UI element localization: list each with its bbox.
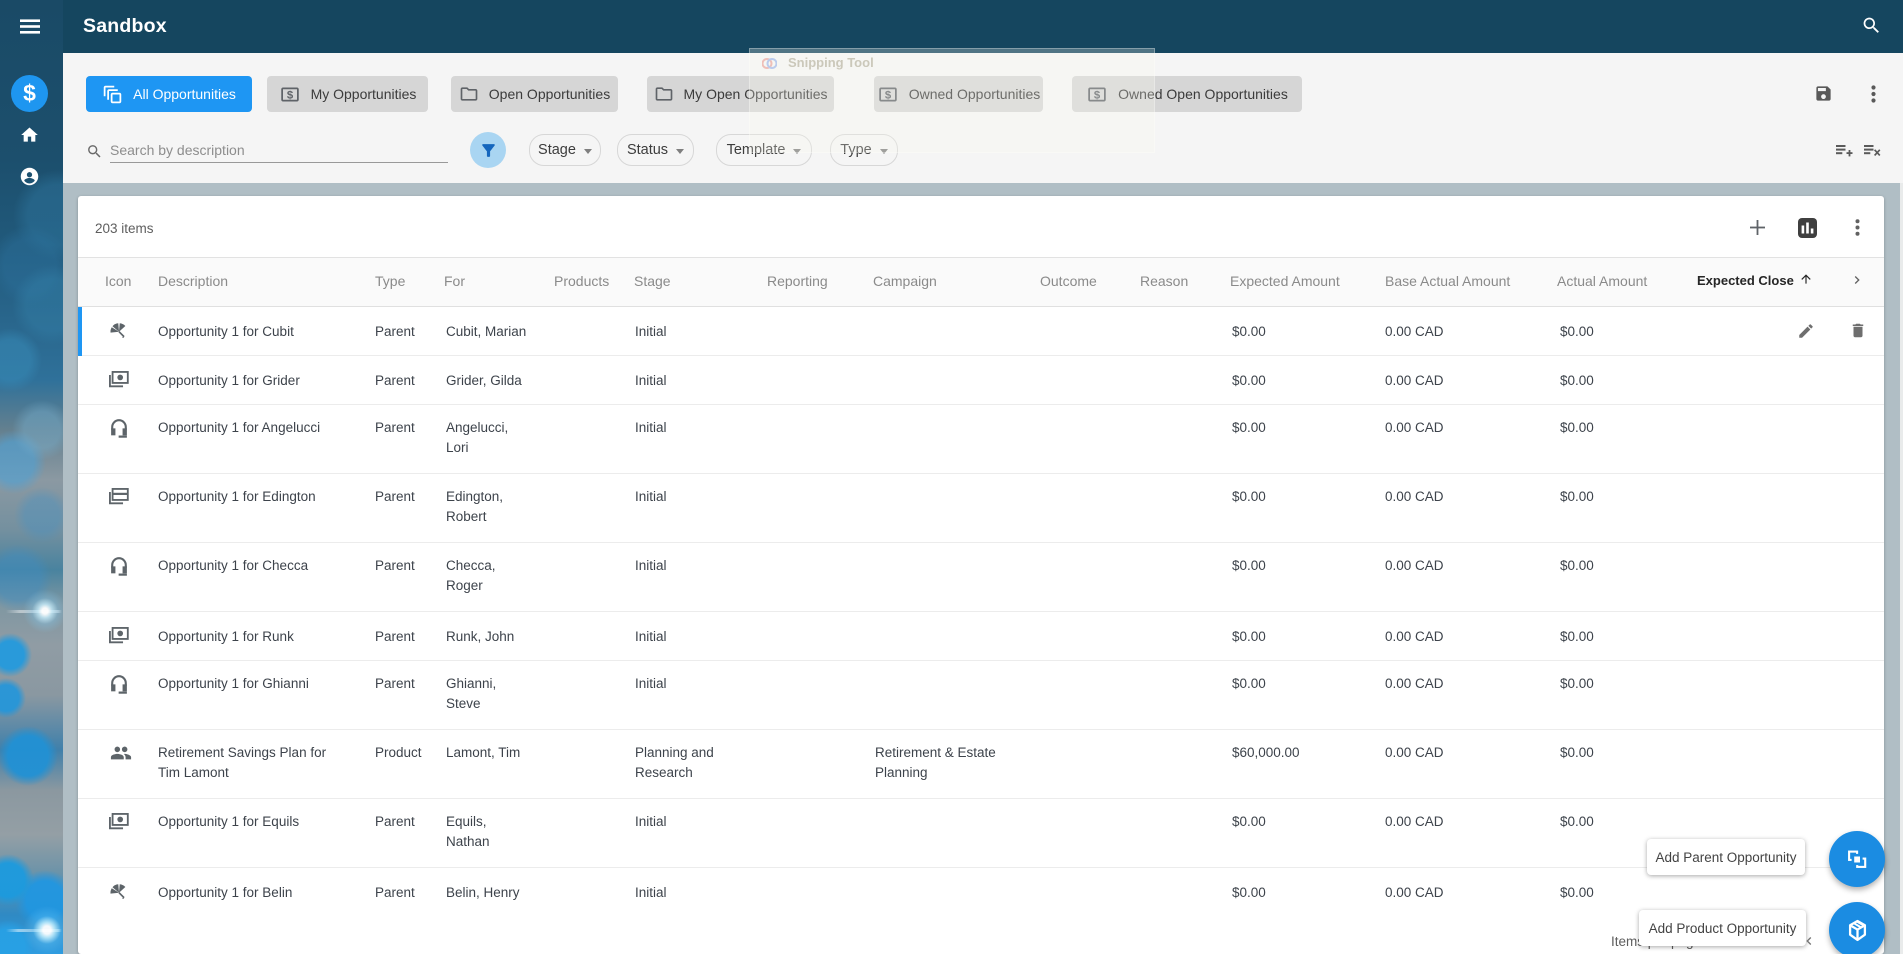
svg-text:$: $ — [286, 89, 293, 101]
